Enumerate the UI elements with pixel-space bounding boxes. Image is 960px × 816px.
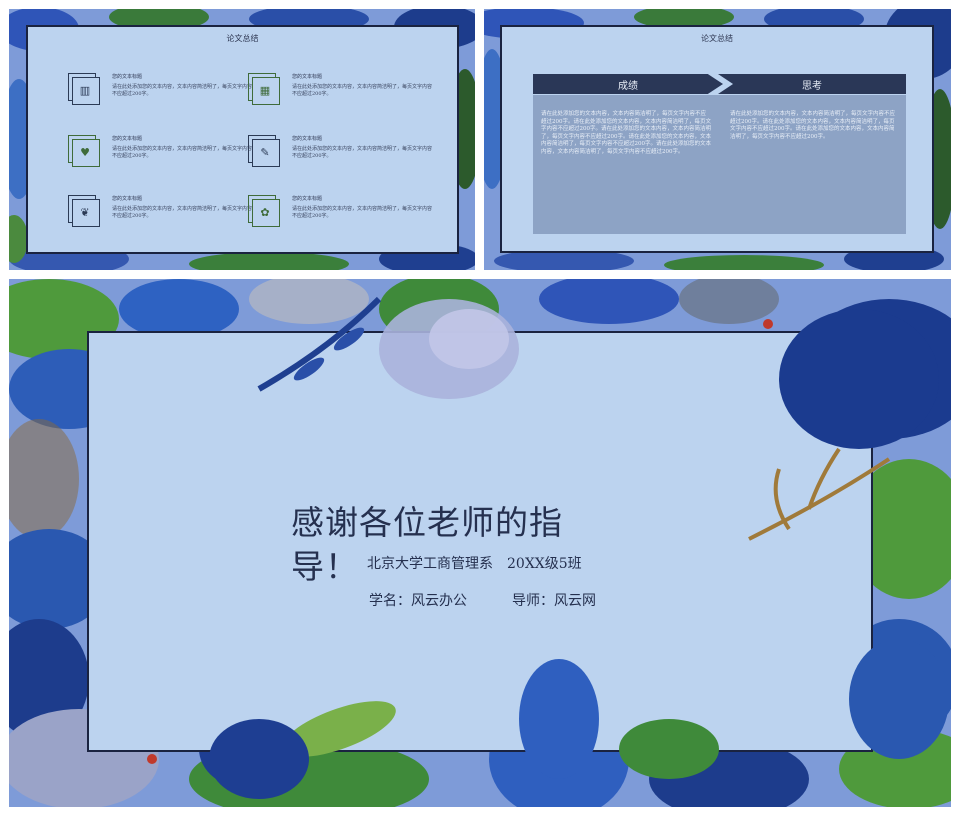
content-panel: 论文总结 ▥ 您的文本标题 请在此处添加您的文本内容，文本内容简洁明了，每页文字… (26, 25, 459, 254)
slide-summary-results[interactable]: 论文总结 成绩 思考 请在此处添加您的文本内容，文本内容简洁明了，每页文字内容不… (484, 9, 951, 270)
item-title: 您的文本标题 (112, 196, 143, 202)
slide-summary-icons[interactable]: 论文总结 ▥ 您的文本标题 请在此处添加您的文本内容，文本内容简洁明了，每页文字… (9, 9, 475, 270)
item-text: 请在此处添加您的文本内容，文本内容简洁明了，每页文字内容不应超过200字。 (112, 146, 253, 159)
summary-item: ✿ 您的文本标题 请在此处添加您的文本内容，文本内容简洁明了，每页文字内容不应超… (248, 195, 432, 235)
slide-thanks[interactable]: 感谢各位老师的指导！ 北京大学工商管理系 20XX级5班 学名：风云办公 导师：… (9, 279, 951, 807)
header-results: 成绩 (533, 74, 723, 94)
slide-title: 论文总结 (226, 34, 259, 43)
thinking-text: 请在此处添加您的文本内容，文本内容简洁明了，每页文字内容不应超过200字。请在此… (730, 111, 896, 140)
summary-item: ▥ 您的文本标题 请在此处添加您的文本内容，文本内容简洁明了，每页文字内容不应超… (68, 73, 252, 113)
item-title: 您的文本标题 (292, 136, 323, 142)
pushpin-icon: ✎ (248, 135, 280, 167)
content-panel: 论文总结 成绩 思考 请在此处添加您的文本内容，文本内容简洁明了，每页文字内容不… (500, 25, 934, 253)
calendar-icon: ▦ (248, 73, 280, 105)
summary-item: ✎ 您的文本标题 请在此处添加您的文本内容，文本内容简洁明了，每页文字内容不应超… (248, 135, 432, 175)
item-text: 请在此处添加您的文本内容，文本内容简洁明了，每页文字内容不应超过200字。 (292, 146, 433, 159)
item-text: 请在此处添加您的文本内容，文本内容简洁明了，每页文字内容不应超过200字。 (112, 84, 253, 97)
header-thinking-label: 思考 (802, 80, 822, 92)
advisor-name: 导师：风云网 (512, 593, 596, 609)
results-text: 请在此处添加您的文本内容，文本内容简洁明了，每页文字内容不应超过200字。请在此… (541, 111, 712, 155)
summary-item: ▦ 您的文本标题 请在此处添加您的文本内容，文本内容简洁明了，每页文字内容不应超… (248, 73, 432, 113)
heart-icon: ♥ (68, 135, 100, 167)
summary-item: ♥ 您的文本标题 请在此处添加您的文本内容，文本内容简洁明了，每页文字内容不应超… (68, 135, 252, 175)
leaf-icon: ❦ (68, 195, 100, 227)
header-results-label: 成绩 (618, 80, 638, 92)
summary-item: ❦ 您的文本标题 请在此处添加您的文本内容，文本内容简洁明了，每页文字内容不应超… (68, 195, 252, 235)
item-text: 请在此处添加您的文本内容，文本内容简洁明了，每页文字内容不应超过200字。 (292, 206, 433, 219)
chart-icon: ▥ (68, 73, 100, 105)
item-title: 您的文本标题 (112, 74, 143, 80)
department-class: 北京大学工商管理系 20XX级5班 (367, 556, 582, 572)
slide-title: 论文总结 (701, 34, 733, 43)
item-text: 请在此处添加您的文本内容，文本内容简洁明了，每页文字内容不应超过200字。 (292, 84, 433, 97)
header-thinking: 思考 (718, 74, 906, 94)
palette-icon: ✿ (248, 195, 280, 227)
item-title: 您的文本标题 (292, 74, 323, 80)
thanks-heading: 感谢各位老师的指导！ (291, 503, 563, 586)
item-text: 请在此处添加您的文本内容，文本内容简洁明了，每页文字内容不应超过200字。 (112, 206, 253, 219)
item-title: 您的文本标题 (112, 136, 143, 142)
item-title: 您的文本标题 (292, 196, 323, 202)
student-name: 学名：风云办公 (369, 593, 467, 609)
